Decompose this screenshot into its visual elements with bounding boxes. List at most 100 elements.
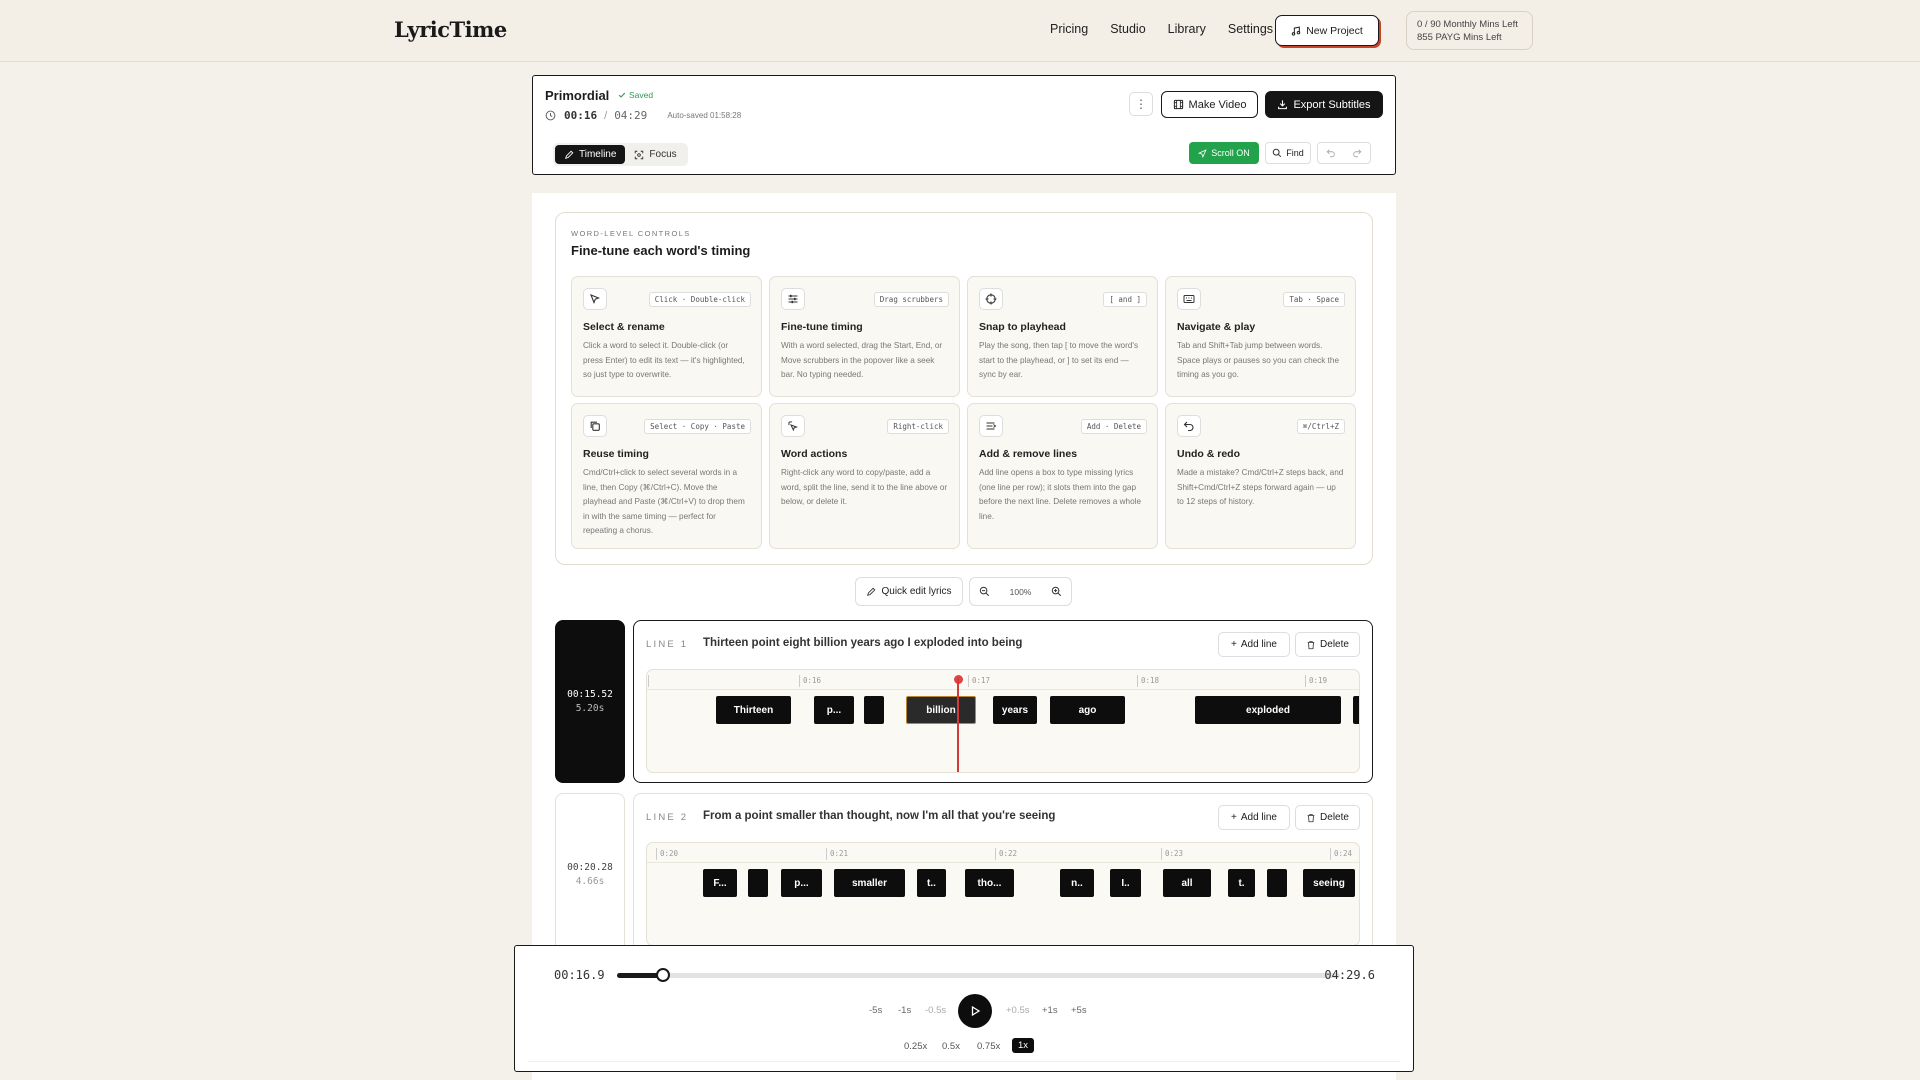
word-block[interactable]: exploded	[1195, 696, 1341, 724]
tile-description: Cmd/Ctrl+click to select several words i…	[583, 468, 745, 535]
add-line-button[interactable]: + Add line	[1218, 805, 1290, 830]
tile-undo-redo: ⌘/Ctrl+Z Undo & redo Made a mistake? Cmd…	[1165, 403, 1356, 549]
tile-shortcut: Tab · Space	[1283, 292, 1345, 307]
seek-forward-5s[interactable]: +5s	[1071, 1005, 1087, 1016]
word-block[interactable]: p...	[814, 696, 854, 724]
ruler-tick	[648, 675, 652, 687]
speed-option[interactable]: 0.5x	[942, 1041, 960, 1052]
seek-back-1s[interactable]: -1s	[898, 1005, 911, 1016]
ruler-tick: 0:18	[1137, 675, 1159, 687]
seek-forward-1s[interactable]: +1s	[1042, 1005, 1058, 1016]
word-timeline-track[interactable]: 0:20 0:21 0:22 0:23 0:24 F... p... small…	[646, 842, 1360, 946]
nav-links: Pricing Studio Library Settings	[1050, 22, 1273, 36]
top-nav: LyricTime Pricing Studio Library Setting…	[0, 0, 1920, 62]
make-video-button[interactable]: Make Video	[1161, 91, 1258, 118]
find-button[interactable]: Find	[1265, 142, 1311, 164]
delete-label: Delete	[1320, 639, 1349, 650]
scroll-toggle-button[interactable]: Scroll ON	[1189, 142, 1259, 164]
word-block[interactable]	[1267, 869, 1287, 897]
line-timecode[interactable]: 00:15.52 5.20s	[555, 620, 625, 783]
nav-link-studio[interactable]: Studio	[1110, 22, 1145, 36]
plus-icon: +	[1231, 812, 1237, 823]
line-timecode[interactable]: 00:20.28 4.66s	[555, 793, 625, 956]
word-block-selected[interactable]: billion	[906, 696, 976, 724]
nav-link-settings[interactable]: Settings	[1228, 22, 1273, 36]
logo[interactable]: LyricTime	[394, 17, 507, 42]
seek-bar-knob[interactable]	[655, 968, 670, 982]
word-block[interactable]: smaller	[834, 869, 905, 897]
tile-description: Play the song, then tap [ to move the wo…	[979, 341, 1139, 379]
word-block[interactable]	[1353, 696, 1359, 724]
line-card[interactable]: LINE 1 Thirteen point eight billion year…	[633, 620, 1373, 783]
tile-shortcut: [ and ]	[1103, 292, 1147, 307]
delete-line-button[interactable]: Delete	[1295, 632, 1360, 657]
line-lyric-text[interactable]: From a point smaller than thought, now I…	[703, 810, 1055, 822]
delete-line-button[interactable]: Delete	[1295, 805, 1360, 830]
project-title[interactable]: Primordial	[545, 88, 609, 103]
playhead[interactable]	[957, 678, 959, 772]
word-level-controls: WORD-LEVEL CONTROLS Fine-tune each word'…	[555, 212, 1373, 565]
ruler-tick: 0:23	[1161, 848, 1183, 860]
word-block[interactable]: t.	[1228, 869, 1255, 897]
word-block[interactable]: F...	[703, 869, 737, 897]
quick-edit-label: Quick edit lyrics	[881, 586, 952, 597]
word-block[interactable]: years	[993, 696, 1037, 724]
seek-back-half-s[interactable]: -0.5s	[925, 1005, 946, 1016]
word-block[interactable]: ago	[1050, 696, 1125, 724]
zoom-out-icon[interactable]	[979, 586, 990, 597]
word-block[interactable]	[864, 696, 884, 724]
line-card[interactable]: LINE 2 From a point smaller than thought…	[633, 793, 1373, 956]
music-note-icon	[1291, 25, 1301, 36]
tile-description: Add line opens a box to type missing lyr…	[979, 468, 1142, 521]
check-icon	[618, 92, 626, 98]
word-block[interactable]: t..	[917, 869, 946, 897]
nav-link-library[interactable]: Library	[1168, 22, 1206, 36]
word-block[interactable]: n..	[1060, 869, 1094, 897]
new-project-button[interactable]: New Project	[1275, 15, 1379, 46]
add-line-button[interactable]: + Add line	[1218, 632, 1290, 657]
controls-eyebrow: WORD-LEVEL CONTROLS	[571, 229, 691, 238]
crosshair-icon	[979, 288, 1003, 310]
tile-description: Tab and Shift+Tab jump between words. Sp…	[1177, 341, 1340, 379]
zoom-in-icon[interactable]	[1051, 586, 1062, 597]
word-block[interactable]: Thirteen	[716, 696, 791, 724]
word-block[interactable]: I..	[1110, 869, 1141, 897]
seek-bar[interactable]	[617, 968, 1340, 982]
nav-link-pricing[interactable]: Pricing	[1050, 22, 1088, 36]
autosave-status: Auto-saved 01:58:28	[667, 111, 742, 120]
speed-option[interactable]: 0.25x	[904, 1041, 927, 1052]
word-block[interactable]	[748, 869, 768, 897]
word-block[interactable]: seeing	[1303, 869, 1355, 897]
lyric-line-2: 00:20.28 4.66s LINE 2 From a point small…	[555, 793, 1373, 956]
tab-timeline[interactable]: Timeline	[555, 145, 626, 164]
export-subtitles-button[interactable]: Export Subtitles	[1265, 91, 1383, 118]
project-header: Primordial Saved 00:16 / 04:29 Auto-save…	[532, 75, 1396, 175]
tab-timeline-label: Timeline	[579, 149, 617, 160]
tab-focus[interactable]: Focus	[625, 145, 685, 164]
undo-icon[interactable]	[1326, 148, 1336, 158]
word-timeline-track[interactable]: 0:16 0:17 0:18 0:19 Thirteen p... billio…	[646, 669, 1360, 773]
tile-fine-tune: Drag scrubbers Fine-tune timing With a w…	[769, 276, 960, 397]
tile-shortcut: Add · Delete	[1080, 419, 1147, 434]
player-duration: 04:29.6	[1324, 968, 1375, 982]
tile-description: Made a mistake? Cmd/Ctrl+Z steps back, a…	[1177, 468, 1344, 506]
more-options-icon[interactable]: ⋮	[1129, 92, 1153, 116]
speed-option[interactable]: 0.75x	[977, 1041, 1000, 1052]
play-icon	[971, 1005, 981, 1017]
word-block[interactable]: all	[1163, 869, 1211, 897]
tile-title: Snap to playhead	[979, 321, 1066, 333]
tile-title: Word actions	[781, 448, 848, 460]
seek-forward-half-s[interactable]: +0.5s	[1006, 1005, 1030, 1016]
trash-icon	[1307, 640, 1315, 649]
export-label: Export Subtitles	[1293, 98, 1371, 111]
speed-option-active[interactable]: 1x	[1012, 1038, 1035, 1053]
undo-redo-group	[1317, 142, 1371, 164]
word-block[interactable]: tho...	[965, 869, 1014, 897]
word-block[interactable]: p...	[781, 869, 822, 897]
quick-edit-lyrics-button[interactable]: Quick edit lyrics	[855, 577, 963, 606]
ruler-tick: 0:20	[656, 848, 678, 860]
redo-icon[interactable]	[1352, 148, 1362, 158]
play-button[interactable]	[958, 994, 992, 1028]
seek-back-5s[interactable]: -5s	[869, 1005, 882, 1016]
line-lyric-text[interactable]: Thirteen point eight billion years ago I…	[703, 637, 1022, 649]
